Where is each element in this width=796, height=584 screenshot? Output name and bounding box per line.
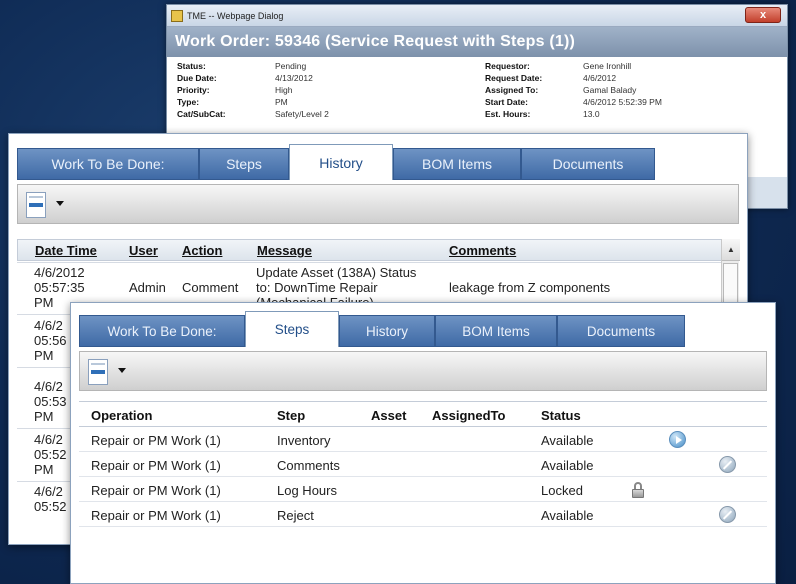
- table-row[interactable]: Repair or PM Work (1) Log Hours Locked: [79, 478, 767, 502]
- not-allowed-icon: [719, 506, 736, 523]
- row-user: Admin: [129, 280, 166, 295]
- est-hours-value: 13.0: [583, 109, 600, 119]
- col-operation[interactable]: Operation: [91, 408, 152, 423]
- work-order-title: Work Order: 59346 (Service Request with …: [167, 27, 787, 57]
- row-operation: Repair or PM Work (1): [91, 433, 221, 448]
- due-date-label: Due Date:: [177, 73, 217, 83]
- assigned-to-label: Assigned To:: [485, 85, 539, 95]
- col-action[interactable]: Action: [182, 243, 222, 258]
- steps-tab-bar: Work To Be Done: Steps History BOM Items…: [71, 311, 775, 347]
- scroll-up-icon[interactable]: ▲: [722, 239, 740, 261]
- request-date-label: Request Date:: [485, 73, 543, 83]
- row-step: Comments: [277, 458, 340, 473]
- priority-label: Priority:: [177, 85, 210, 95]
- history-tab-bar: Work To Be Done: Steps History BOM Items…: [9, 144, 747, 180]
- col-user[interactable]: User: [129, 243, 158, 258]
- row-date-line1: 4/6/2012: [34, 265, 85, 280]
- tab-work-to-be-done[interactable]: Work To Be Done:: [79, 315, 245, 347]
- tab-documents[interactable]: Documents: [521, 148, 655, 180]
- table-row[interactable]: Repair or PM Work (1) Inventory Availabl…: [79, 428, 767, 452]
- tab-documents[interactable]: Documents: [557, 315, 685, 347]
- row-date-line3: PM: [34, 348, 54, 363]
- col-assigned-to[interactable]: AssignedTo: [432, 408, 505, 423]
- row-status: Available: [541, 508, 594, 523]
- row-status: Available: [541, 458, 594, 473]
- status-label: Status:: [177, 61, 206, 71]
- row-comments: leakage from Z components: [449, 280, 611, 295]
- row-step: Inventory: [277, 433, 331, 448]
- row-date-line2: 05:52: [34, 499, 67, 514]
- col-date-time[interactable]: Date Time: [35, 243, 97, 258]
- not-allowed-icon: [719, 456, 736, 473]
- table-row[interactable]: Repair or PM Work (1) Comments Available: [79, 453, 767, 477]
- start-date-label: Start Date:: [485, 97, 528, 107]
- row-date-line2: 05:53: [34, 394, 67, 409]
- tab-work-to-be-done[interactable]: Work To Be Done:: [17, 148, 199, 180]
- close-button[interactable]: x: [745, 7, 781, 23]
- tab-history[interactable]: History: [339, 315, 435, 347]
- steps-table-header: Operation Step Asset AssignedTo Status: [79, 401, 767, 427]
- request-date-value: 4/6/2012: [583, 73, 617, 83]
- lock-icon: [632, 482, 644, 498]
- history-toolbar: [17, 184, 739, 224]
- row-step: Reject: [277, 508, 314, 523]
- row-operation: Repair or PM Work (1): [91, 508, 221, 523]
- steps-panel: Work To Be Done: Steps History BOM Items…: [70, 302, 776, 584]
- col-step[interactable]: Step: [277, 408, 305, 423]
- row-date-line2: 05:52: [34, 447, 67, 462]
- row-date-line1: 4/6/2: [34, 484, 63, 499]
- row-message-line1: Update Asset (138A) Status: [256, 265, 417, 280]
- type-value: PM: [275, 97, 288, 107]
- play-icon[interactable]: [669, 431, 686, 448]
- tab-steps[interactable]: Steps: [245, 311, 339, 347]
- col-asset[interactable]: Asset: [371, 408, 406, 423]
- history-table-header: Date Time User Action Message Comments: [17, 239, 739, 261]
- est-hours-label: Est. Hours:: [485, 109, 531, 119]
- row-date-line2: 05:56: [34, 333, 67, 348]
- col-message[interactable]: Message: [257, 243, 312, 258]
- status-value: Pending: [275, 61, 307, 71]
- category-value: Safety/Level 2: [275, 109, 329, 119]
- app-icon: [171, 9, 183, 22]
- chevron-down-icon[interactable]: [56, 201, 64, 206]
- tab-bom-items[interactable]: BOM Items: [393, 148, 521, 180]
- priority-value: High: [275, 85, 293, 95]
- row-date-line1: 4/6/2: [34, 432, 63, 447]
- scroll-thumb[interactable]: [723, 263, 738, 303]
- assigned-to-value: Gamal Balady: [583, 85, 637, 95]
- tab-steps[interactable]: Steps: [199, 148, 289, 180]
- type-label: Type:: [177, 97, 200, 107]
- row-status: Locked: [541, 483, 583, 498]
- row-action: Comment: [182, 280, 239, 295]
- row-date-line1: 4/6/2: [34, 379, 63, 394]
- row-step: Log Hours: [277, 483, 337, 498]
- row-date-line2: 05:57:35: [34, 280, 85, 295]
- row-date-line3: PM: [34, 295, 54, 310]
- category-label: Cat/SubCat:: [177, 109, 226, 119]
- chevron-down-icon[interactable]: [118, 368, 126, 373]
- dialog-window-title: TME -- Webpage Dialog: [187, 10, 284, 21]
- row-operation: Repair or PM Work (1): [91, 483, 221, 498]
- tab-history[interactable]: History: [289, 144, 393, 180]
- row-date-line3: PM: [34, 409, 54, 424]
- row-date-line3: PM: [34, 462, 54, 477]
- dialog-titlebar: TME -- Webpage Dialog x: [167, 5, 787, 27]
- col-status[interactable]: Status: [541, 408, 581, 423]
- document-icon[interactable]: [26, 192, 46, 218]
- tab-bom-items[interactable]: BOM Items: [435, 315, 557, 347]
- row-status: Available: [541, 433, 594, 448]
- row-message-line2: to: DownTime Repair: [256, 280, 378, 295]
- requestor-label: Requestor:: [485, 61, 530, 71]
- steps-toolbar: [79, 351, 767, 391]
- col-comments[interactable]: Comments: [449, 243, 516, 258]
- start-date-value: 4/6/2012 5:52:39 PM: [583, 97, 662, 107]
- row-operation: Repair or PM Work (1): [91, 458, 221, 473]
- due-date-value: 4/13/2012: [275, 73, 313, 83]
- document-icon[interactable]: [88, 359, 108, 385]
- table-row[interactable]: Repair or PM Work (1) Reject Available: [79, 503, 767, 527]
- row-date-line1: 4/6/2: [34, 318, 63, 333]
- requestor-value: Gene Ironhill: [583, 61, 632, 71]
